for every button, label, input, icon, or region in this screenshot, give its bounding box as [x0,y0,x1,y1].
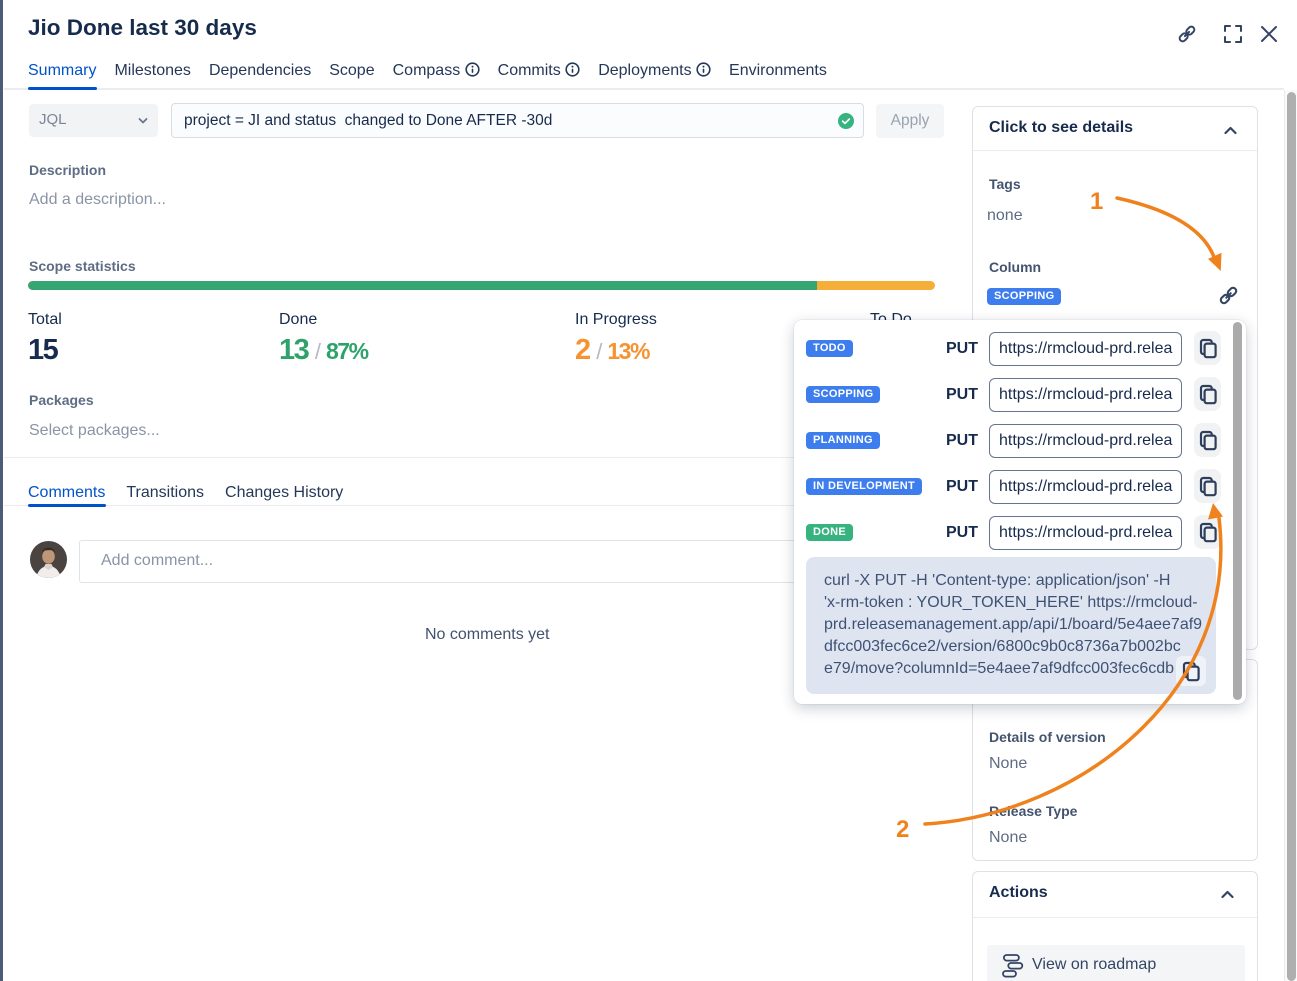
svg-text:1: 1 [1090,188,1103,215]
svg-text:2: 2 [896,816,909,843]
